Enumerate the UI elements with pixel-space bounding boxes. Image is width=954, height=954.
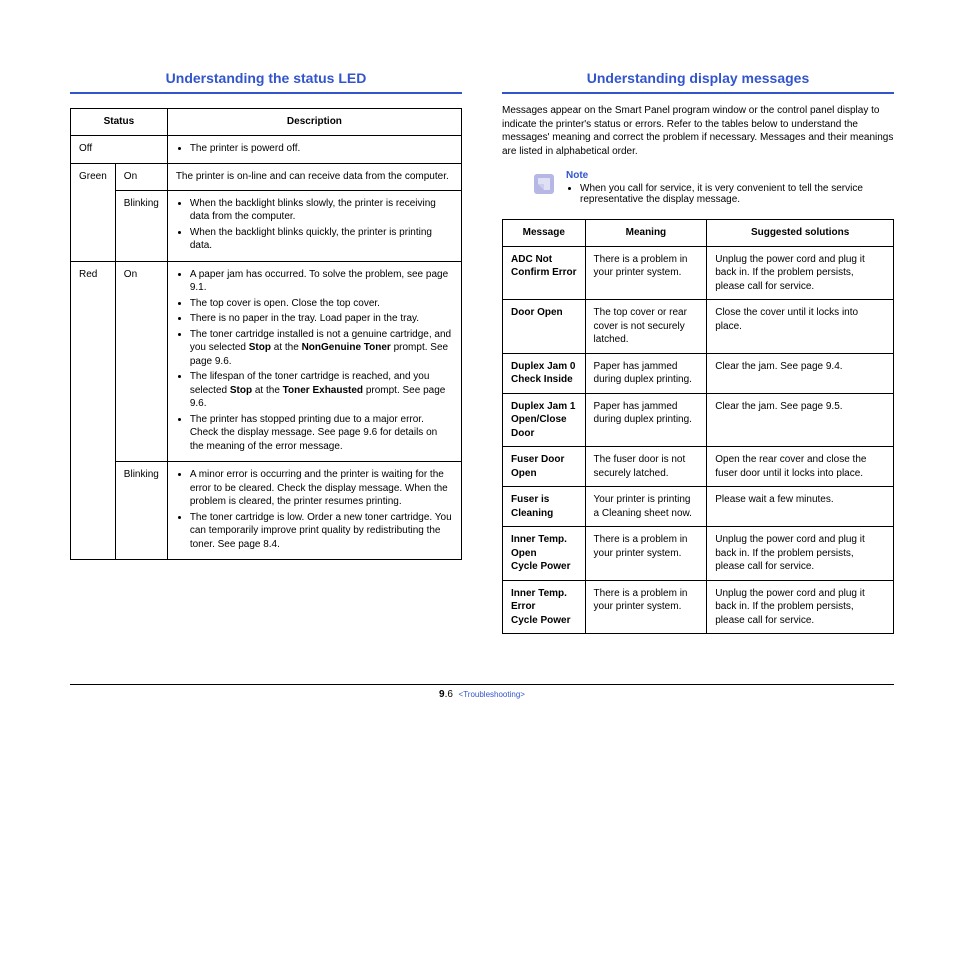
right-title: Understanding display messages <box>502 70 894 94</box>
bullet: When the backlight blinks slowly, the pr… <box>190 197 453 224</box>
note-bullet: When you call for service, it is very co… <box>580 183 894 205</box>
table-header-row: Status Description <box>71 109 462 136</box>
table-row: Green On The printer is on-line and can … <box>71 164 462 191</box>
footer-section: <Troubleshooting> <box>459 690 525 699</box>
left-title: Understanding the status LED <box>70 70 462 94</box>
desc-green-on: The printer is on-line and can receive d… <box>167 164 461 191</box>
header-description: Description <box>167 109 461 136</box>
bullet: A paper jam has occurred. To solve the p… <box>190 268 453 295</box>
message-cell: Inner Temp. OpenCycle Power <box>503 527 586 581</box>
solution-cell: Unplug the power cord and plug it back i… <box>707 246 894 300</box>
desc-green-blinking: When the backlight blinks slowly, the pr… <box>167 190 461 261</box>
solution-cell: Unplug the power cord and plug it back i… <box>707 527 894 581</box>
table-row: Inner Temp. ErrorCycle PowerThere is a p… <box>503 580 894 634</box>
bullet: There is no paper in the tray. Load pape… <box>190 312 453 326</box>
header-message: Message <box>503 220 586 247</box>
bullet: The printer has stopped printing due to … <box>190 413 453 454</box>
page-footer: 9.6 <Troubleshooting> <box>70 684 894 700</box>
header-status: Status <box>71 109 168 136</box>
table-row: Blinking When the backlight blinks slowl… <box>71 190 462 261</box>
intro-text: Messages appear on the Smart Panel progr… <box>502 104 894 158</box>
bullet: The printer is powerd off. <box>190 142 453 156</box>
table-row: Duplex Jam 1Open/Close DoorPaper has jam… <box>503 393 894 447</box>
solution-cell: Open the rear cover and close the fuser … <box>707 447 894 487</box>
table-row: Red On A paper jam has occurred. To solv… <box>71 261 462 462</box>
status-led-table: Status Description Off The printer is po… <box>70 108 462 560</box>
note-body: Note When you call for service, it is ve… <box>566 170 894 205</box>
status-off: Off <box>71 135 168 164</box>
solution-cell: Please wait a few minutes. <box>707 487 894 527</box>
table-row: Door OpenThe top cover or rear cover is … <box>503 300 894 354</box>
header-meaning: Meaning <box>585 220 707 247</box>
note-block: Note When you call for service, it is ve… <box>530 170 894 205</box>
bullet: When the backlight blinks quickly, the p… <box>190 226 453 253</box>
right-column: Understanding display messages Messages … <box>502 70 894 634</box>
bullet: The toner cartridge installed is not a g… <box>190 328 453 369</box>
meaning-cell: Your printer is printing a Cleaning shee… <box>585 487 707 527</box>
bullet: The top cover is open. Close the top cov… <box>190 297 453 311</box>
page: Understanding the status LED Status Desc… <box>0 0 954 730</box>
bullet: A minor error is occurring and the print… <box>190 468 453 509</box>
table-row: ADC NotConfirm ErrorThere is a problem i… <box>503 246 894 300</box>
table-row: Fuser is CleaningYour printer is printin… <box>503 487 894 527</box>
table-row: Blinking A minor error is occurring and … <box>71 462 462 560</box>
message-cell: Duplex Jam 1Open/Close Door <box>503 393 586 447</box>
message-cell: Fuser Door Open <box>503 447 586 487</box>
note-title: Note <box>566 170 894 181</box>
message-cell: Inner Temp. ErrorCycle Power <box>503 580 586 634</box>
left-column: Understanding the status LED Status Desc… <box>70 70 462 634</box>
meaning-cell: The fuser door is not securely latched. <box>585 447 707 487</box>
status-green: Green <box>71 164 116 262</box>
solution-cell: Clear the jam. See page 9.4. <box>707 353 894 393</box>
columns: Understanding the status LED Status Desc… <box>70 70 894 634</box>
note-icon <box>530 170 558 198</box>
meaning-cell: Paper has jammed during duplex printing. <box>585 393 707 447</box>
message-cell: Door Open <box>503 300 586 354</box>
table-row: Inner Temp. OpenCycle PowerThere is a pr… <box>503 527 894 581</box>
meaning-cell: There is a problem in your printer syste… <box>585 580 707 634</box>
bullet: The toner cartridge is low. Order a new … <box>190 511 453 552</box>
message-cell: Fuser is Cleaning <box>503 487 586 527</box>
meaning-cell: There is a problem in your printer syste… <box>585 246 707 300</box>
status-red-blinking: Blinking <box>115 462 167 560</box>
meaning-cell: The top cover or rear cover is not secur… <box>585 300 707 354</box>
solution-cell: Close the cover until it locks into plac… <box>707 300 894 354</box>
meaning-cell: Paper has jammed during duplex printing. <box>585 353 707 393</box>
table-row: Fuser Door OpenThe fuser door is not sec… <box>503 447 894 487</box>
bullet: The lifespan of the toner cartridge is r… <box>190 370 453 411</box>
status-green-on: On <box>115 164 167 191</box>
table-header-row: Message Meaning Suggested solutions <box>503 220 894 247</box>
footer-page: .6 <box>445 689 453 700</box>
header-solutions: Suggested solutions <box>707 220 894 247</box>
status-green-blinking: Blinking <box>115 190 167 261</box>
status-red-on: On <box>115 261 167 462</box>
desc-off: The printer is powerd off. <box>167 135 461 164</box>
status-red: Red <box>71 261 116 560</box>
solution-cell: Unplug the power cord and plug it back i… <box>707 580 894 634</box>
message-cell: Duplex Jam 0Check Inside <box>503 353 586 393</box>
desc-red-on: A paper jam has occurred. To solve the p… <box>167 261 461 462</box>
solution-cell: Clear the jam. See page 9.5. <box>707 393 894 447</box>
message-cell: ADC NotConfirm Error <box>503 246 586 300</box>
table-row: Duplex Jam 0Check InsidePaper has jammed… <box>503 353 894 393</box>
messages-table: Message Meaning Suggested solutions ADC … <box>502 219 894 634</box>
desc-red-blinking: A minor error is occurring and the print… <box>167 462 461 560</box>
table-row: Off The printer is powerd off. <box>71 135 462 164</box>
meaning-cell: There is a problem in your printer syste… <box>585 527 707 581</box>
